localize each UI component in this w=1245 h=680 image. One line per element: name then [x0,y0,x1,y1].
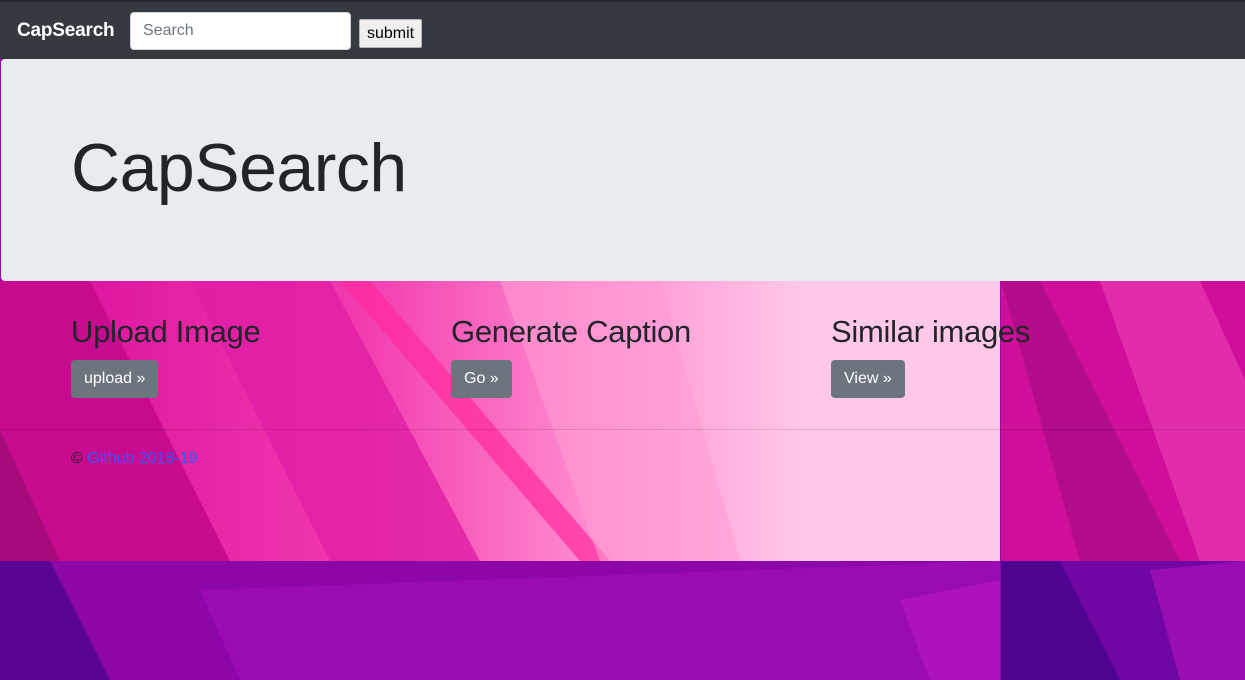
feature-heading: Similar images [831,314,1031,349]
feature-heading: Generate Caption [451,314,691,349]
page-title: CapSearch [71,130,407,206]
feature-upload-image: Upload Image upload » [71,314,261,398]
feature-generate-caption: Generate Caption Go » [451,314,691,398]
navbar-brand[interactable]: CapSearch [17,20,115,42]
divider [0,429,1245,430]
copyright-symbol: © [71,450,83,467]
footer: © Github 2018-19 [71,450,198,468]
submit-button[interactable]: submit [359,19,423,48]
github-link[interactable]: Github 2018-19 [87,450,197,467]
upload-button[interactable]: upload » [71,360,159,398]
jumbotron: CapSearch [1,59,1245,281]
feature-similar-images: Similar images View » [831,314,1030,398]
feature-heading: Upload Image [71,314,261,349]
view-button[interactable]: View » [831,360,905,398]
search-input[interactable] [130,12,351,50]
top-navbar: CapSearch submit [0,0,1245,59]
go-button[interactable]: Go » [451,360,512,398]
